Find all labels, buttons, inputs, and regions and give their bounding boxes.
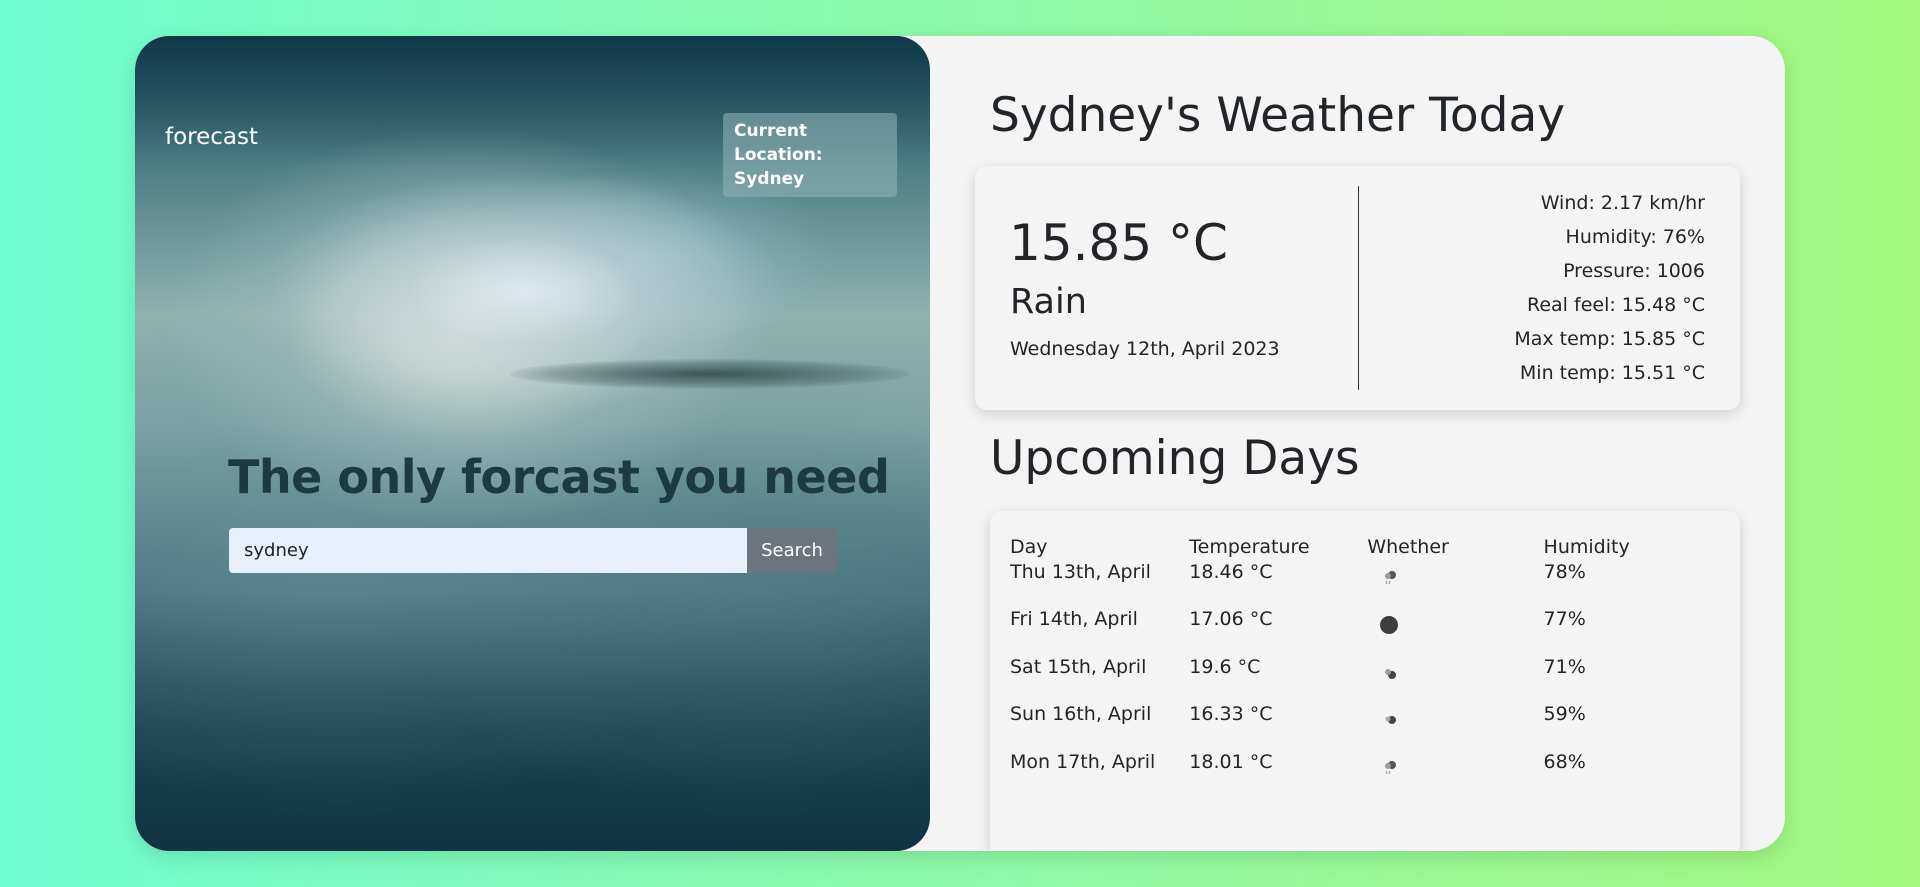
current-location-value: Sydney: [734, 169, 805, 189]
table-row: Sat 15th, April 19.6 °C 71%: [1010, 656, 1720, 704]
hero-cloud-streak: [510, 359, 910, 389]
row-day: Fri 14th, April: [1010, 608, 1138, 630]
table-row: Thu 13th, April 18.46 °C 78%: [1010, 561, 1720, 608]
upcoming-card: Day Temperature Whether Humidity Thu 13t…: [990, 511, 1740, 851]
brand-logo[interactable]: forecast: [165, 124, 258, 150]
row-day: Sun 16th, April: [1010, 703, 1152, 725]
row-humidity: 77%: [1543, 608, 1586, 630]
stat-humidity: Humidity: 76%: [1565, 226, 1705, 248]
row-temperature: 16.33 °C: [1189, 703, 1273, 725]
row-humidity: 59%: [1543, 703, 1586, 725]
column-header-temperature: Temperature: [1189, 536, 1310, 558]
row-temperature: 18.01 °C: [1189, 750, 1273, 773]
search-input[interactable]: [229, 528, 747, 573]
table-row: Fri 14th, April 17.06 °C 77%: [1010, 608, 1720, 656]
upcoming-heading: Upcoming Days: [990, 431, 1360, 486]
today-stats: Wind: 2.17 km/hr Humidity: 76% Pressure:…: [1514, 186, 1705, 390]
scattered-clouds-icon: [1377, 708, 1401, 737]
row-day: Mon 17th, April: [1010, 750, 1156, 773]
rain-icon: [1377, 566, 1401, 595]
row-temperature: 18.46 °C: [1189, 561, 1273, 583]
upcoming-table: Day Temperature Whether Humidity Thu 13t…: [1010, 533, 1720, 798]
search-button[interactable]: Search: [747, 528, 837, 573]
broken-clouds-icon: [1377, 661, 1401, 690]
table-row: Sun 16th, April 16.33 °C 59%: [1010, 703, 1720, 751]
row-temperature: 17.06 °C: [1189, 608, 1273, 630]
row-weather-cell: [1367, 656, 1543, 704]
row-weather-cell: [1367, 561, 1543, 608]
current-location-label: Current Location:: [734, 121, 823, 165]
stat-pressure: Pressure: 1006: [1563, 260, 1705, 282]
app-card: forecast Current Location: Sydney The on…: [135, 36, 1785, 851]
column-header-whether: Whether: [1367, 536, 1449, 558]
hero-title: The only forcast you need: [228, 450, 890, 504]
stat-wind: Wind: 2.17 km/hr: [1540, 192, 1705, 214]
card-divider: [1358, 186, 1359, 390]
rain-icon: [1377, 756, 1401, 785]
current-location-badge: Current Location: Sydney: [723, 113, 897, 197]
search-form: Search: [229, 528, 837, 573]
stat-real-feel: Real feel: 15.48 °C: [1527, 294, 1705, 316]
column-header-humidity: Humidity: [1543, 536, 1630, 558]
stat-max-temp: Max temp: 15.85 °C: [1514, 328, 1705, 350]
row-humidity: 68%: [1543, 750, 1586, 773]
table-row: Mon 17th, April 18.01 °C 68%: [1010, 751, 1720, 799]
row-weather-cell: [1367, 751, 1543, 799]
column-header-day: Day: [1010, 536, 1048, 558]
today-heading: Sydney's Weather Today: [990, 88, 1566, 143]
current-date: Wednesday 12th, April 2023: [1010, 338, 1280, 360]
row-weather-cell: [1367, 703, 1543, 751]
row-day: Sat 15th, April: [1010, 655, 1147, 678]
hero-panel: forecast Current Location: Sydney The on…: [135, 36, 930, 851]
row-day: Thu 13th, April: [1010, 561, 1151, 583]
current-condition: Rain: [1010, 282, 1087, 322]
row-humidity: 78%: [1543, 561, 1586, 583]
current-temperature: 15.85 °C: [1009, 214, 1228, 272]
table-header-row: Day Temperature Whether Humidity: [1010, 533, 1720, 561]
row-weather-cell: [1367, 608, 1543, 656]
stat-min-temp: Min temp: 15.51 °C: [1519, 362, 1705, 384]
row-humidity: 71%: [1543, 655, 1586, 678]
hero-sky-bottom: [135, 591, 930, 851]
today-card: 15.85 °C Rain Wednesday 12th, April 2023…: [975, 166, 1740, 410]
row-temperature: 19.6 °C: [1189, 655, 1261, 678]
overcast-icon: [1377, 613, 1401, 642]
